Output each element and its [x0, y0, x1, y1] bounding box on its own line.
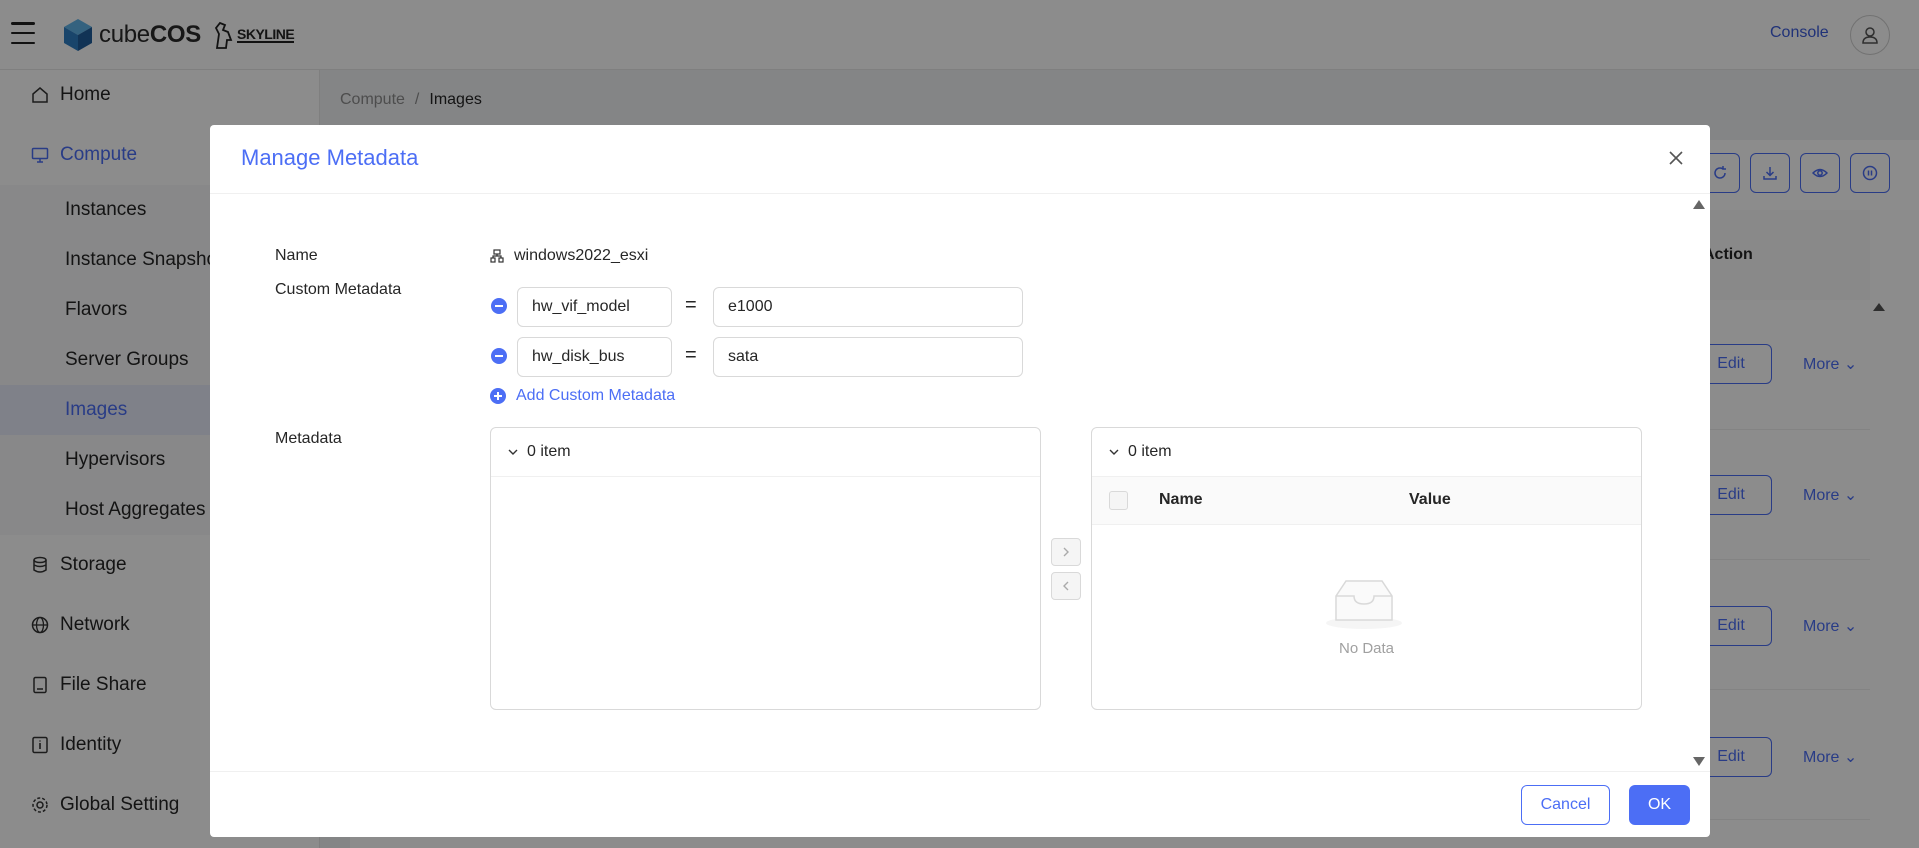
custom-metadata-label: Custom Metadata — [275, 281, 402, 298]
chevron-down-icon — [508, 449, 518, 455]
plus-circle-icon — [490, 388, 506, 404]
modal-title: Manage Metadata — [241, 145, 419, 170]
metadata-label: Metadata — [275, 430, 342, 447]
chevron-left-icon — [1063, 581, 1069, 591]
select-all-checkbox[interactable] — [1109, 491, 1128, 510]
modal-footer — [210, 771, 1710, 837]
add-custom-metadata-button[interactable]: Add Custom Metadata — [490, 387, 675, 405]
column-value-header: Value — [1409, 491, 1451, 508]
equals-sign: = — [685, 344, 697, 366]
metadata-key-input[interactable]: hw_vif_model — [517, 287, 672, 327]
move-right-button[interactable] — [1051, 538, 1081, 566]
metadata-value-input[interactable]: e1000 — [713, 287, 1023, 327]
name-label: Name — [275, 247, 318, 264]
close-icon[interactable] — [1665, 147, 1687, 169]
remove-metadata-button[interactable] — [491, 298, 507, 314]
image-name: windows2022_esxi — [490, 247, 648, 265]
available-metadata-panel: 0 item — [490, 427, 1041, 710]
ok-button[interactable]: OK — [1629, 785, 1690, 825]
metadata-table-header: Name Value — [1092, 477, 1641, 525]
chevron-right-icon — [1063, 547, 1069, 557]
empty-inbox-icon — [1326, 580, 1402, 629]
item-count: 0 item — [527, 443, 571, 460]
selected-metadata-panel: 0 item Name Value No Data — [1091, 427, 1642, 710]
item-count: 0 item — [1128, 443, 1172, 460]
move-left-button[interactable] — [1051, 572, 1081, 600]
metadata-key-input[interactable]: hw_disk_bus — [517, 337, 672, 377]
image-group-icon — [490, 249, 504, 263]
modal-header: Manage Metadata — [210, 125, 1710, 194]
panel-header[interactable]: 0 item — [1092, 428, 1641, 477]
chevron-down-icon — [1109, 449, 1119, 455]
modal-scroll-down-icon[interactable] — [1693, 757, 1705, 766]
panel-header[interactable]: 0 item — [491, 428, 1040, 477]
remove-metadata-button[interactable] — [491, 348, 507, 364]
modal-scroll-up-icon[interactable] — [1693, 200, 1705, 209]
equals-sign: = — [685, 294, 697, 316]
manage-metadata-modal: Manage Metadata Name windows2022_esxi Cu… — [210, 125, 1710, 837]
cancel-button[interactable]: Cancel — [1521, 785, 1610, 825]
column-name-header: Name — [1159, 491, 1203, 508]
no-data-text: No Data — [1338, 640, 1395, 657]
metadata-value-input[interactable]: sata — [713, 337, 1023, 377]
